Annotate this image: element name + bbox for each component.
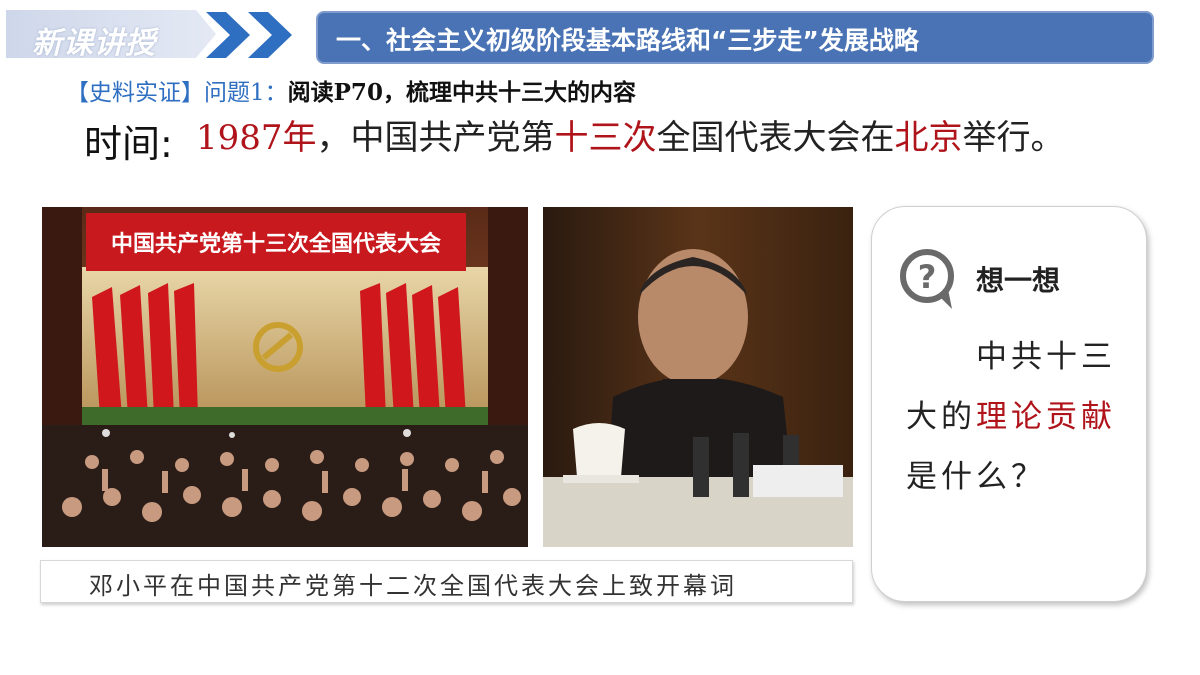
- time-session: 十三次: [554, 118, 657, 158]
- think-line-part: 大的: [906, 399, 976, 435]
- question-line: 【史料实证】问题1：阅读P70，梳理中共十三大的内容: [66, 73, 636, 107]
- congress-hall-photo: 中国共产党第十三次全国代表大会: [42, 207, 528, 547]
- question-bubble-icon: ?: [898, 249, 956, 315]
- chevron-right-icon: [248, 12, 298, 58]
- photo-caption: 邓小平在中国共产党第十二次全国代表大会上致开幕词: [40, 560, 853, 603]
- section-badge-label: 新课讲授: [32, 26, 156, 61]
- banner-text: 中国共产党第十三次全国代表大会: [111, 231, 441, 257]
- think-line: 大的理论贡献: [906, 387, 1126, 447]
- time-label: 时间:: [84, 122, 173, 166]
- question-number: 问题1：: [204, 80, 288, 106]
- lesson-title-bar: 一、社会主义初级阶段基本路线和“三步走”发展战略: [316, 11, 1154, 64]
- section-badge: 新课讲授: [6, 10, 216, 58]
- lesson-title: 一、社会主义初级阶段基本路线和“三步走”发展战略: [336, 26, 919, 55]
- speaker-photo: [543, 207, 853, 547]
- think-highlight: 理论贡献: [976, 399, 1116, 435]
- photo-caption-text: 邓小平在中国共产党第十二次全国代表大会上致开幕词: [89, 572, 737, 600]
- think-line: 是什么？: [906, 459, 1046, 495]
- time-part: 全国代表大会在: [656, 118, 895, 158]
- think-card: ? 想一想 中共十三 大的理论贡献 是什么？: [871, 206, 1147, 602]
- time-part: ，中国共产党第: [316, 118, 555, 158]
- time-statement: 1987年，中国共产党第十三次全国代表大会在北京举行。: [196, 110, 1065, 159]
- svg-text:?: ?: [918, 258, 937, 296]
- question-tag: 【史料实证】: [66, 80, 204, 106]
- question-text: 阅读P70，梳理中共十三大的内容: [287, 79, 636, 106]
- time-part: 举行。: [962, 118, 1065, 158]
- think-question: 中共十三 大的理论贡献 是什么？: [906, 327, 1126, 507]
- think-line: 中共十三: [976, 339, 1116, 375]
- time-place: 北京: [894, 118, 963, 158]
- time-year: 1987年: [196, 118, 317, 158]
- think-title: 想一想: [976, 264, 1061, 297]
